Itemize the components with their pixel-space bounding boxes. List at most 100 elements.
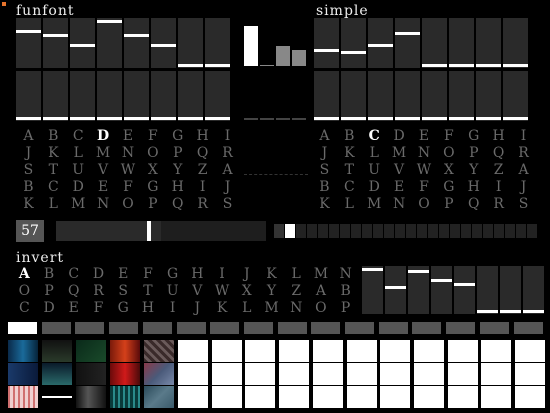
slider-handle[interactable] bbox=[341, 117, 366, 120]
slider-handle[interactable] bbox=[368, 44, 393, 47]
letter-cell[interactable]: C bbox=[362, 128, 387, 145]
slider[interactable] bbox=[205, 71, 230, 121]
letter-cell[interactable]: G bbox=[165, 128, 190, 145]
slider-handle[interactable] bbox=[97, 117, 122, 120]
slider[interactable] bbox=[503, 71, 528, 121]
letter-cell[interactable]: Z bbox=[190, 162, 215, 179]
thumbnail[interactable] bbox=[110, 363, 140, 385]
empty-slot[interactable] bbox=[211, 340, 242, 362]
tab-button[interactable] bbox=[345, 322, 374, 334]
thumbnail[interactable] bbox=[42, 340, 72, 362]
empty-slot[interactable] bbox=[346, 363, 377, 385]
letter-cell[interactable]: O bbox=[412, 196, 437, 213]
step-cell[interactable] bbox=[329, 224, 339, 238]
slider-handle[interactable] bbox=[362, 268, 383, 271]
letter-cell[interactable]: L bbox=[41, 196, 66, 213]
letter-cell[interactable]: N bbox=[333, 266, 358, 283]
slider-handle[interactable] bbox=[151, 117, 176, 120]
slider[interactable] bbox=[124, 71, 149, 121]
slider-handle[interactable] bbox=[124, 117, 149, 120]
letter-cell[interactable]: M bbox=[387, 145, 412, 162]
letter-cell[interactable]: K bbox=[259, 266, 284, 283]
slider[interactable] bbox=[43, 71, 68, 121]
letter-cell[interactable]: I bbox=[511, 128, 536, 145]
tab-button[interactable] bbox=[243, 322, 273, 334]
letter-cell[interactable]: R bbox=[190, 196, 215, 213]
letter-cell[interactable]: M bbox=[362, 196, 387, 213]
letter-cell[interactable]: P bbox=[37, 283, 62, 300]
letter-cell[interactable]: J bbox=[185, 300, 210, 317]
letter-cell[interactable]: D bbox=[387, 128, 412, 145]
slider-handle[interactable] bbox=[523, 310, 544, 313]
letter-cell[interactable]: G bbox=[461, 128, 486, 145]
empty-slot[interactable] bbox=[178, 340, 208, 362]
empty-slot[interactable] bbox=[178, 386, 208, 408]
letter-cell[interactable]: C bbox=[337, 179, 362, 196]
empty-slot[interactable] bbox=[515, 363, 545, 385]
letter-cell[interactable]: H bbox=[461, 179, 486, 196]
slider-handle[interactable] bbox=[205, 117, 230, 120]
step-cell[interactable] bbox=[483, 224, 493, 238]
letter-cell[interactable]: N bbox=[91, 196, 116, 213]
letter-cell[interactable]: W bbox=[412, 162, 437, 179]
letter-cell[interactable]: M bbox=[309, 266, 334, 283]
step-cell[interactable] bbox=[527, 224, 537, 238]
slider-handle[interactable] bbox=[16, 30, 41, 33]
letter-cell[interactable]: G bbox=[140, 179, 165, 196]
letter-cell[interactable]: N bbox=[387, 196, 412, 213]
slider-handle[interactable] bbox=[500, 310, 521, 313]
simple-letter-grid[interactable]: ABCDEFGHIJKLMNOPQRSTUVWXYZABCDEFGHIJKLMN… bbox=[312, 128, 536, 213]
slider-handle[interactable] bbox=[477, 310, 498, 313]
empty-slot[interactable] bbox=[447, 386, 478, 408]
slider-handle[interactable] bbox=[449, 117, 474, 120]
letter-cell[interactable]: Q bbox=[190, 145, 215, 162]
slider-handle[interactable] bbox=[178, 117, 203, 120]
slider[interactable] bbox=[395, 71, 420, 121]
thumbnail[interactable] bbox=[42, 363, 72, 385]
letter-cell[interactable]: R bbox=[511, 145, 536, 162]
letter-cell[interactable]: B bbox=[37, 266, 62, 283]
slider-handle[interactable] bbox=[503, 64, 528, 67]
step-cell[interactable] bbox=[472, 224, 482, 238]
letter-cell[interactable]: D bbox=[66, 179, 91, 196]
slider[interactable] bbox=[449, 71, 474, 121]
letter-cell[interactable]: G bbox=[436, 179, 461, 196]
empty-slot[interactable] bbox=[312, 363, 343, 385]
letter-cell[interactable]: S bbox=[111, 283, 136, 300]
letter-cell[interactable]: A bbox=[215, 162, 240, 179]
letter-cell[interactable]: R bbox=[86, 283, 111, 300]
empty-slot[interactable] bbox=[245, 340, 276, 362]
letter-cell[interactable]: V bbox=[91, 162, 116, 179]
invert-sliders[interactable] bbox=[362, 266, 548, 314]
slider[interactable] bbox=[431, 266, 452, 314]
slider-handle[interactable] bbox=[43, 117, 68, 120]
empty-slot[interactable] bbox=[481, 363, 512, 385]
thumbnail[interactable] bbox=[144, 340, 174, 362]
thumbnail[interactable] bbox=[8, 386, 38, 408]
slider[interactable] bbox=[124, 18, 149, 68]
slider-handle[interactable] bbox=[341, 51, 366, 54]
empty-slot[interactable] bbox=[346, 386, 377, 408]
letter-cell[interactable]: B bbox=[337, 128, 362, 145]
slider-handle[interactable] bbox=[476, 117, 501, 120]
letter-cell[interactable]: H bbox=[486, 128, 511, 145]
slider[interactable] bbox=[476, 71, 501, 121]
letter-cell[interactable]: H bbox=[136, 300, 161, 317]
slider-handle[interactable] bbox=[368, 117, 393, 120]
letter-cell[interactable]: N bbox=[412, 145, 437, 162]
letter-cell[interactable]: T bbox=[136, 283, 161, 300]
letter-cell[interactable]: C bbox=[41, 179, 66, 196]
letter-cell[interactable]: A bbox=[12, 266, 37, 283]
step-cell[interactable] bbox=[351, 224, 361, 238]
empty-slot[interactable] bbox=[211, 363, 242, 385]
letter-cell[interactable]: Q bbox=[165, 196, 190, 213]
tab-button[interactable] bbox=[412, 322, 442, 334]
letter-cell[interactable]: H bbox=[185, 266, 210, 283]
letter-cell[interactable]: K bbox=[16, 196, 41, 213]
thumbnail[interactable] bbox=[8, 340, 38, 362]
letter-cell[interactable]: D bbox=[37, 300, 62, 317]
letter-cell[interactable]: U bbox=[362, 162, 387, 179]
slider-handle[interactable] bbox=[503, 117, 528, 120]
empty-slot[interactable] bbox=[515, 386, 545, 408]
slider-handle[interactable] bbox=[178, 64, 203, 67]
